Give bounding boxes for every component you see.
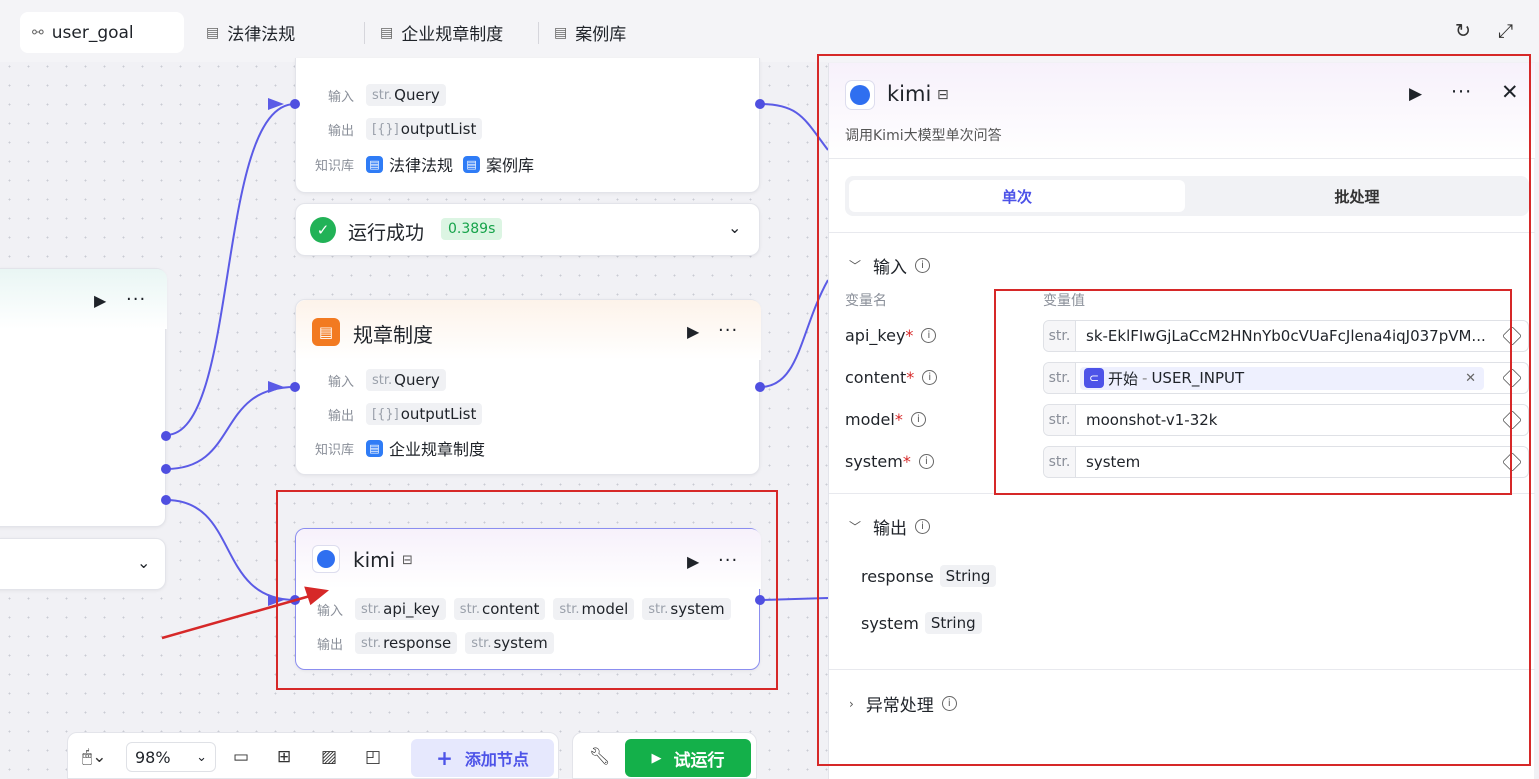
model-field[interactable]: str. moonshot-v1-32k bbox=[1043, 404, 1529, 436]
chevron-down-icon: ⌄ bbox=[196, 749, 207, 765]
info-icon: i bbox=[915, 258, 931, 273]
param-name-model: model * i bbox=[845, 410, 926, 429]
divider bbox=[829, 158, 1535, 159]
comment-icon[interactable]: ▭ bbox=[233, 747, 249, 767]
zoom-select[interactable]: 98% ⌄ bbox=[126, 742, 216, 772]
variable-ref-icon[interactable] bbox=[1502, 326, 1522, 346]
reference-chip[interactable]: ⊂ 开始 - USER_INPUT ✕ bbox=[1080, 366, 1484, 390]
info-icon: i bbox=[910, 412, 926, 427]
play-icon: ▶ bbox=[651, 750, 662, 766]
tab-single[interactable]: 单次 bbox=[849, 180, 1185, 212]
type-str: str. bbox=[1044, 363, 1076, 393]
variable-ref-icon[interactable] bbox=[1502, 368, 1522, 388]
system-field[interactable]: str. system bbox=[1043, 446, 1529, 478]
run-toolbar: 🔧︎ ▶ 试运行 bbox=[572, 732, 757, 779]
node-config-panel: kimi ⊟ ▶ ··· ✕ 调用Kimi大模型单次问答 单次 批处理 ﹀ 输入… bbox=[828, 63, 1535, 779]
api-key-value[interactable]: sk-EklFIwGjLaCcM2HNnYb0cVUaFcJlena4iqJ03… bbox=[1076, 327, 1502, 345]
chevron-down-icon: ﹀ bbox=[849, 520, 862, 534]
close-icon[interactable]: ✕ bbox=[1501, 80, 1519, 104]
content-field[interactable]: str. ⊂ 开始 - USER_INPUT ✕ bbox=[1043, 362, 1529, 394]
tab-batch[interactable]: 批处理 bbox=[1189, 180, 1525, 212]
output-item: system String bbox=[861, 612, 990, 634]
type-chip: String bbox=[939, 565, 997, 587]
more-icon[interactable]: ··· bbox=[1451, 81, 1472, 103]
param-name-api-key: api_key * i bbox=[845, 326, 937, 345]
info-icon: i bbox=[941, 696, 957, 711]
variable-ref-icon[interactable] bbox=[1502, 452, 1522, 472]
error-handling-header[interactable]: › 异常处理 i bbox=[849, 691, 957, 716]
minimap-icon[interactable]: ◰ bbox=[365, 747, 381, 767]
canvas-toolbar: 🖱︎⌄ 98% ⌄ ▭ ⊞ ▨ ◰ + 添加节点 bbox=[67, 732, 559, 779]
divider bbox=[829, 232, 1535, 233]
param-name-system: system * i bbox=[845, 452, 934, 471]
param-name-content: content * i bbox=[845, 368, 938, 387]
info-icon: i bbox=[918, 454, 934, 469]
output-section-header[interactable]: ﹀ 输出 i bbox=[849, 514, 931, 539]
chevron-right-icon: › bbox=[849, 696, 854, 711]
wrench-icon[interactable]: 🔧︎ bbox=[589, 747, 611, 767]
mode-switch: 单次 批处理 bbox=[845, 176, 1529, 216]
clear-icon[interactable]: ✕ bbox=[1465, 371, 1476, 386]
play-icon[interactable]: ▶ bbox=[1409, 84, 1422, 104]
add-node-button[interactable]: + 添加节点 bbox=[411, 739, 554, 777]
col-name-header: 变量名 bbox=[845, 293, 887, 309]
model-value[interactable]: moonshot-v1-32k bbox=[1076, 411, 1502, 429]
info-icon: i bbox=[915, 519, 931, 534]
mouse-mode-icon[interactable]: 🖱︎⌄ bbox=[82, 747, 106, 767]
type-str: str. bbox=[1044, 405, 1076, 435]
panel-description: 调用Kimi大模型单次问答 bbox=[845, 128, 1002, 144]
input-section-header[interactable]: ﹀ 输入 i bbox=[849, 253, 931, 278]
divider bbox=[829, 493, 1535, 494]
zoom-value: 98% bbox=[135, 747, 171, 767]
info-icon: i bbox=[922, 370, 938, 385]
content-reference[interactable]: ⊂ 开始 - USER_INPUT ✕ bbox=[1076, 366, 1502, 390]
api-key-field[interactable]: str. sk-EklFIwGjLaCcM2HNnYb0cVUaFcJlena4… bbox=[1043, 320, 1529, 352]
output-item: response String bbox=[861, 565, 1004, 587]
kimi-bot-icon bbox=[845, 80, 875, 110]
panel-title: kimi bbox=[887, 82, 932, 106]
start-node-icon: ⊂ bbox=[1084, 368, 1104, 388]
col-value-header: 变量值 bbox=[1043, 293, 1085, 309]
chevron-down-icon: ﹀ bbox=[849, 259, 862, 273]
divider bbox=[829, 669, 1535, 670]
plus-icon: + bbox=[436, 746, 453, 770]
info-icon: i bbox=[921, 328, 937, 343]
image-icon[interactable]: ▨ bbox=[321, 747, 337, 767]
layout-icon[interactable]: ⊞ bbox=[277, 747, 291, 767]
panel-header: kimi ⊟ ▶ ··· ✕ 调用Kimi大模型单次问答 bbox=[829, 63, 1535, 158]
system-value[interactable]: system bbox=[1076, 453, 1502, 471]
type-str: str. bbox=[1044, 447, 1076, 477]
type-str: str. bbox=[1044, 321, 1076, 351]
variable-ref-icon[interactable] bbox=[1502, 410, 1522, 430]
trial-run-button[interactable]: ▶ 试运行 bbox=[625, 739, 751, 777]
plugin-icon: ⊟ bbox=[937, 87, 949, 103]
type-chip: String bbox=[924, 612, 982, 634]
